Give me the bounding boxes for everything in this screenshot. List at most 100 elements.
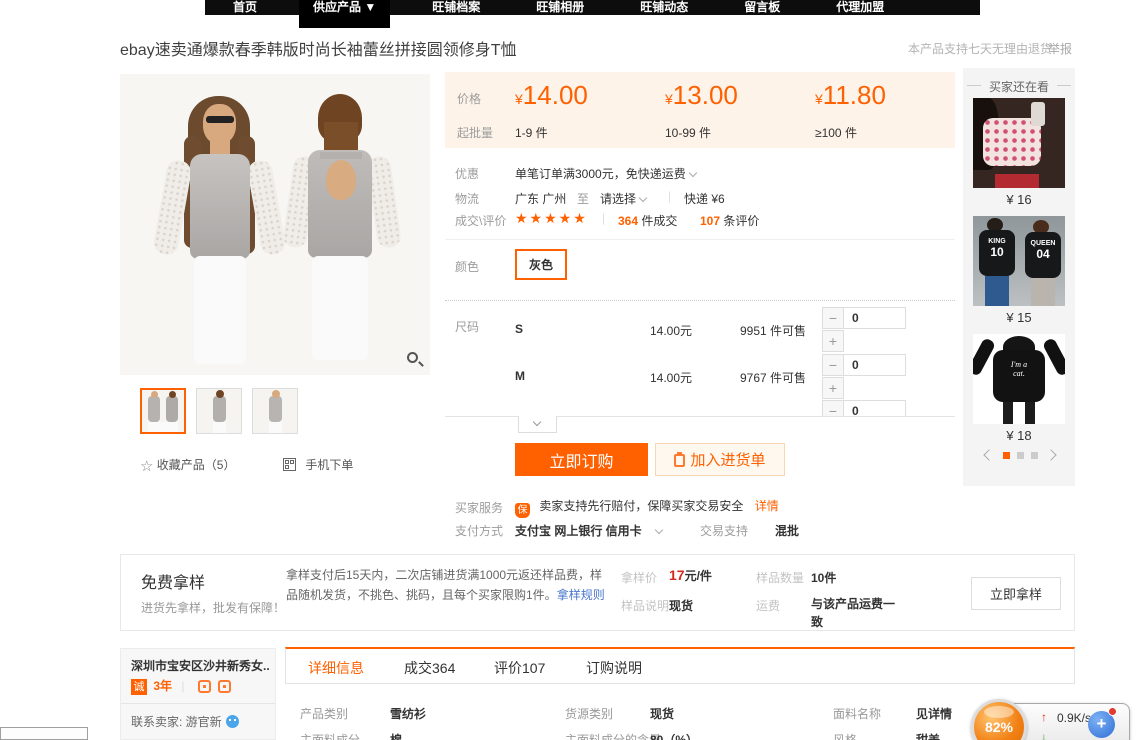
promo-label: 优惠 (455, 165, 479, 182)
payment-methods[interactable]: 支付宝 网上银行 信用卡 (515, 522, 662, 539)
favorite-label: 收藏产品（5） (157, 458, 236, 472)
add-to-cart-button[interactable]: 加入进货单 (655, 443, 785, 476)
tier1-range: 1-9 件 (515, 124, 548, 141)
quantity-input[interactable] (844, 400, 906, 416)
nav-item-products[interactable]: 供应产品 ▼ (299, 0, 390, 28)
related-product-1-price: ¥ 16 (963, 192, 1075, 207)
tier1-price: ¥14.00 (515, 80, 588, 111)
plus-button[interactable]: + (822, 330, 844, 352)
integrity-badge-icon: 诚 (131, 679, 147, 695)
express-fee: 快递 ¥6 (684, 190, 725, 207)
status-tooltip (0, 727, 88, 740)
report-link[interactable]: 举报 (1048, 40, 1072, 57)
favorite-product[interactable]: ☆ 收藏产品（5） (140, 456, 235, 475)
expand-sizes-button[interactable] (518, 416, 557, 433)
nav-item-shop-album[interactable]: 旺铺相册 (522, 0, 598, 15)
product-page: 首页 供应产品 ▼ 旺铺档案 旺铺相册 旺铺动态 留言板 代理加盟 ebay速卖… (0, 0, 1139, 740)
related-product-3-image[interactable]: I'm a cat. (973, 334, 1065, 424)
mobile-order[interactable]: 手机下单 (283, 456, 353, 473)
nav-item-shop-updates[interactable]: 旺铺动态 (626, 0, 702, 15)
divider: | (602, 211, 605, 225)
star-icon: ☆ (140, 458, 153, 475)
tab-deals[interactable]: 成交364 (404, 658, 455, 678)
next-page-arrow-icon[interactable] (1045, 449, 1056, 460)
payment-label: 支付方式 (455, 522, 503, 539)
sample-description: 拿样支付后15天内，二次店铺进货满1000元返还样品费，样品随机发货，不挑色、挑… (286, 565, 606, 605)
quantity-stepper: − + (822, 354, 908, 400)
open-back-cutout (326, 160, 356, 200)
guarantee-detail-link[interactable]: 详情 (755, 499, 779, 513)
moq-label: 起批量 (457, 124, 493, 141)
price-panel: 价格 ¥14.00 ¥13.00 ¥11.80 起批量 1-9 件 10-99 … (445, 72, 955, 148)
detail-tabs: 详细信息 成交364 评价107 订购说明 (285, 647, 1075, 684)
page-title: ebay速卖通爆款春季韩版时尚长袖蕾丝拼接圆领修身T恤 (120, 36, 516, 60)
pagination-dot-3[interactable] (1031, 452, 1038, 459)
thumbnail-1[interactable] (140, 388, 186, 434)
nav-item-shop-profile[interactable]: 旺铺档案 (418, 0, 494, 15)
sample-rules-link[interactable]: 拿样规则 (557, 588, 605, 602)
order-now-button[interactable]: 立即订购 (515, 443, 648, 476)
color-swatch-gray[interactable]: 灰色 (515, 249, 567, 280)
related-product-2-price: ¥ 15 (963, 310, 1075, 325)
related-product-1-image[interactable] (973, 98, 1065, 188)
minus-button[interactable]: − (822, 354, 844, 376)
divider (445, 300, 955, 301)
sample-ship-value: 与该产品运费一致 (811, 595, 903, 631)
logistics-label: 物流 (455, 190, 479, 207)
star-rating-icons: ★★★★★ (515, 210, 588, 227)
minus-button[interactable]: − (822, 400, 844, 416)
upload-arrow-icon: ↑ (1041, 710, 1047, 724)
nav-item-message-board[interactable]: 留言板 (730, 0, 794, 15)
wangwang-chat-icon (226, 715, 239, 728)
tier2-range: 10-99 件 (665, 124, 711, 141)
related-product-3-price: ¥ 18 (963, 428, 1075, 443)
nav-item-home[interactable]: 首页 (219, 0, 271, 15)
sample-price: 17元/件 (669, 567, 712, 584)
pagination-dot-2[interactable] (1017, 452, 1024, 459)
magnifier-icon[interactable] (406, 351, 424, 369)
buyer-service-label: 买家服务 (455, 499, 503, 516)
thumbnail-3[interactable] (252, 388, 298, 434)
quantity-input[interactable] (844, 354, 906, 376)
attr-label: 主面料成分的含量 (565, 731, 661, 740)
chevron-down-icon (688, 169, 696, 177)
minus-button[interactable]: − (822, 307, 844, 329)
thumbnail-2[interactable] (196, 388, 242, 434)
divider: | (668, 189, 671, 203)
attr-label: 面料名称 (833, 705, 881, 722)
color-label: 颜色 (455, 258, 479, 275)
seller-name[interactable]: 深圳市宝安区沙井新秀女... (131, 657, 269, 674)
main-product-image[interactable] (120, 74, 430, 375)
attr-value: 棉 (390, 731, 402, 740)
top-navigation: 首页 供应产品 ▼ 旺铺档案 旺铺相册 旺铺动态 留言板 代理加盟 (205, 0, 980, 15)
size-name: S (515, 322, 523, 336)
contact-seller[interactable]: 联系卖家: 游官新 (131, 713, 239, 730)
sample-note-value: 现货 (669, 597, 693, 614)
plus-button[interactable]: + (822, 377, 844, 399)
tab-reviews[interactable]: 评价107 (494, 658, 545, 678)
qr-code-icon (283, 458, 296, 471)
pagination-dot-1[interactable] (1003, 452, 1010, 459)
related-product-2-image[interactable]: KING 10 QUEEN 04 (973, 216, 1065, 306)
destination-select[interactable]: 请选择 (600, 190, 646, 207)
tab-detail-info[interactable]: 详细信息 (308, 658, 364, 678)
guarantee-row: 保 卖家支持先行赔付，保障买家交易安全 详情 (515, 497, 779, 518)
quantity-stepper: − (822, 400, 908, 416)
quantity-input[interactable] (844, 307, 906, 329)
tier3-range: ≥100 件 (815, 124, 857, 141)
notification-dot (1108, 707, 1117, 716)
nav-item-agent[interactable]: 代理加盟 (822, 0, 898, 15)
logistics-origin: 广东 广州 (515, 190, 566, 207)
attr-value: 甜美 (916, 731, 940, 740)
download-arrow-icon: ↓ (1041, 730, 1047, 740)
reviews-count[interactable]: 107 条评价 (700, 212, 759, 229)
deals-count[interactable]: 364 件成交 (618, 212, 677, 229)
attr-label: 风格 (833, 731, 857, 740)
tab-order-notes[interactable]: 订购说明 (586, 658, 642, 678)
prev-page-arrow-icon[interactable] (983, 449, 994, 460)
sample-qty-value: 10件 (811, 569, 836, 586)
get-sample-button[interactable]: 立即拿样 (971, 577, 1061, 610)
clipboard-icon (674, 454, 685, 467)
sample-note-label: 样品说明 (621, 597, 669, 614)
promo-text[interactable]: 单笔订单满3000元，免快递运费 (515, 165, 696, 182)
